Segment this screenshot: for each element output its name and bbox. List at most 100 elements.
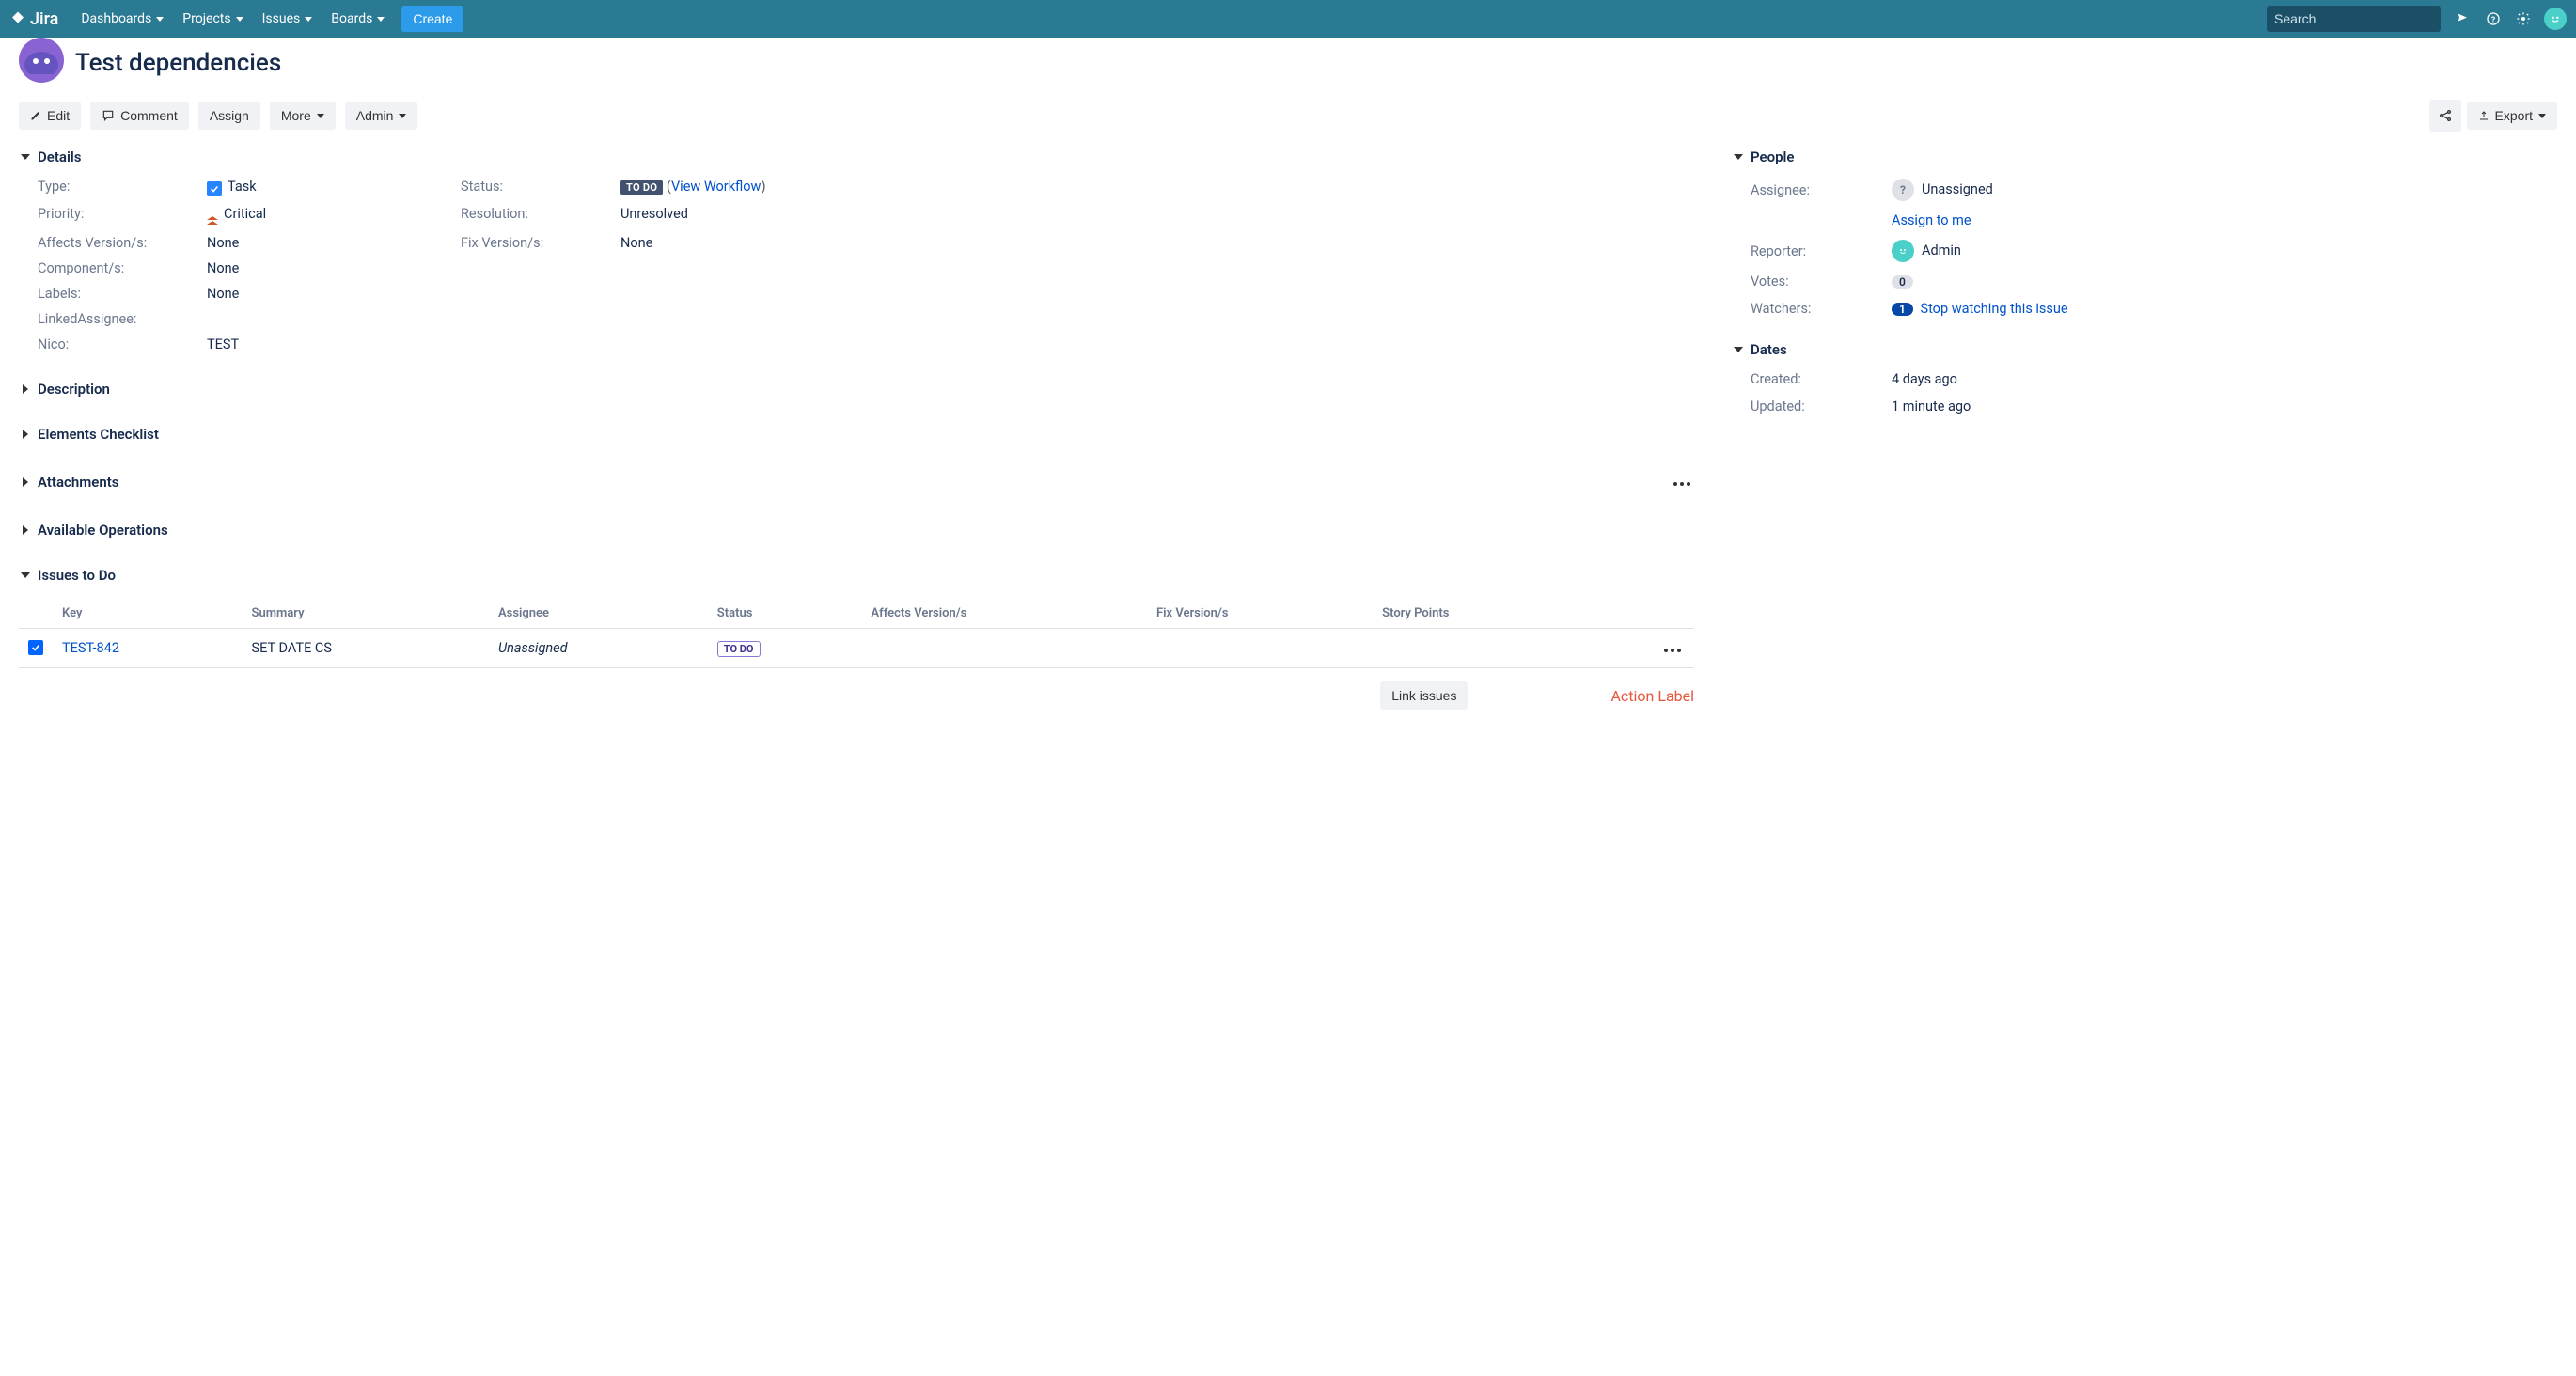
col-fix[interactable]: Fix Version/s — [1147, 599, 1373, 629]
nav-projects[interactable]: Projects — [173, 0, 252, 38]
chevron-down-icon — [21, 572, 30, 578]
updated-label: Updated: — [1751, 399, 1892, 414]
admin-button[interactable]: Admin — [345, 102, 418, 130]
help-icon[interactable]: ? — [2486, 11, 2501, 26]
section-attachments-title: Attachments — [38, 474, 118, 491]
attachments-more-icon[interactable] — [1670, 471, 1694, 493]
comment-button[interactable]: Comment — [90, 102, 189, 130]
col-status[interactable]: Status — [708, 599, 862, 629]
assignee-label: Assignee: — [1751, 182, 1892, 198]
col-summary[interactable]: Summary — [243, 599, 489, 629]
export-icon — [2478, 110, 2490, 121]
chevron-down-icon — [1734, 347, 1743, 352]
row-more-icon[interactable] — [1660, 636, 1685, 660]
section-dates-toggle[interactable]: Dates — [1732, 341, 2557, 358]
table-row: TEST-842 SET DATE CS Unassigned TO DO — [19, 629, 1694, 668]
comment-icon — [102, 109, 115, 122]
jira-logo[interactable]: Jira — [9, 9, 58, 29]
svg-text:?: ? — [2491, 15, 2495, 24]
watchers-label: Watchers: — [1751, 301, 1892, 317]
section-avail-ops-toggle[interactable]: Available Operations — [19, 522, 1694, 539]
table-header-row: Key Summary Assignee Status Affects Vers… — [19, 599, 1694, 629]
chevron-down-icon — [377, 17, 385, 22]
details-grid: Type: Task Status: TO DO (View Workflow)… — [19, 165, 1694, 352]
resolution-label: Resolution: — [461, 206, 602, 226]
assign-to-me-link[interactable]: Assign to me — [1892, 212, 1971, 228]
search-box[interactable] — [2267, 6, 2441, 32]
people-grid: Assignee: ?Unassigned Assign to me Repor… — [1732, 165, 2557, 317]
search-input[interactable] — [2274, 11, 2444, 26]
issue-toolbar: Edit Comment Assign More Admin Export — [19, 100, 2557, 132]
chevron-down-icon — [21, 154, 30, 160]
issue-key-link[interactable]: TEST-842 — [62, 640, 119, 656]
section-issues-todo-title: Issues to Do — [38, 567, 116, 584]
section-people-title: People — [1751, 149, 1795, 165]
chevron-down-icon — [236, 17, 243, 22]
brand-text: Jira — [30, 9, 58, 29]
cell-assignee: Unassigned — [489, 629, 708, 668]
assign-button[interactable]: Assign — [198, 102, 260, 130]
export-button[interactable]: Export — [2467, 102, 2557, 130]
type-value: Task — [207, 179, 442, 196]
col-affects[interactable]: Affects Version/s — [861, 599, 1147, 629]
fix-value: None — [620, 235, 1694, 251]
nav-boards[interactable]: Boards — [322, 0, 394, 38]
reporter-label: Reporter: — [1751, 243, 1892, 259]
section-people-toggle[interactable]: People — [1732, 149, 2557, 165]
cell-summary: SET DATE CS — [243, 629, 489, 668]
chevron-down-icon — [156, 17, 164, 22]
section-attachments-toggle[interactable]: Attachments — [19, 474, 118, 491]
affects-value: None — [207, 235, 442, 251]
share-icon — [2438, 108, 2453, 123]
project-avatar[interactable] — [19, 38, 64, 83]
nico-label: Nico: — [38, 336, 188, 352]
settings-icon[interactable] — [2516, 11, 2531, 26]
priority-label: Priority: — [38, 206, 188, 226]
top-navbar: Jira Dashboards Projects Issues Boards C… — [0, 0, 2576, 38]
labels-label: Labels: — [38, 286, 188, 302]
col-key[interactable]: Key — [53, 599, 243, 629]
section-description-toggle[interactable]: Description — [19, 381, 1694, 398]
affects-label: Affects Version/s: — [38, 235, 188, 251]
section-dates-title: Dates — [1751, 341, 1787, 358]
col-assignee[interactable]: Assignee — [489, 599, 708, 629]
chevron-right-icon — [23, 477, 28, 487]
edit-button[interactable]: Edit — [19, 102, 81, 130]
pencil-icon — [30, 110, 41, 121]
cell-status-lozenge: TO DO — [717, 641, 761, 657]
more-button[interactable]: More — [270, 102, 336, 130]
annotation: Action Label — [1484, 687, 1694, 705]
chevron-right-icon — [23, 430, 28, 439]
priority-value: Critical — [207, 206, 442, 226]
linked-assignee-value — [207, 311, 442, 327]
section-issues-todo-toggle[interactable]: Issues to Do — [19, 567, 1694, 584]
section-checklist-toggle[interactable]: Elements Checklist — [19, 426, 1694, 443]
nav-dashboards[interactable]: Dashboards — [71, 0, 173, 38]
assignee-value: ?Unassigned — [1892, 179, 2557, 201]
col-story-points[interactable]: Story Points — [1373, 599, 1586, 629]
created-value: 4 days ago — [1892, 371, 2557, 387]
reporter-avatar-icon — [1892, 240, 1914, 262]
type-label: Type: — [38, 179, 188, 196]
fix-label: Fix Version/s: — [461, 235, 602, 251]
chevron-down-icon — [2538, 114, 2546, 118]
section-details-toggle[interactable]: Details — [19, 149, 1694, 165]
feedback-icon[interactable] — [2456, 11, 2471, 26]
status-label: Status: — [461, 179, 602, 196]
view-workflow-link[interactable]: View Workflow — [671, 179, 762, 195]
components-value: None — [207, 260, 442, 276]
components-label: Component/s: — [38, 260, 188, 276]
task-icon — [28, 640, 43, 655]
nav-issues[interactable]: Issues — [253, 0, 322, 38]
linked-assignee-label: LinkedAssignee: — [38, 311, 188, 327]
resolution-value: Unresolved — [620, 206, 1694, 226]
link-issues-button[interactable]: Link issues — [1380, 681, 1468, 710]
create-button[interactable]: Create — [401, 6, 463, 32]
status-lozenge: TO DO — [620, 180, 663, 195]
critical-priority-icon — [207, 216, 218, 226]
reporter-value: Admin — [1892, 240, 2557, 262]
user-avatar[interactable] — [2544, 8, 2567, 30]
chevron-right-icon — [23, 525, 28, 535]
share-button[interactable] — [2429, 100, 2461, 132]
stop-watching-link[interactable]: Stop watching this issue — [1920, 301, 2067, 317]
